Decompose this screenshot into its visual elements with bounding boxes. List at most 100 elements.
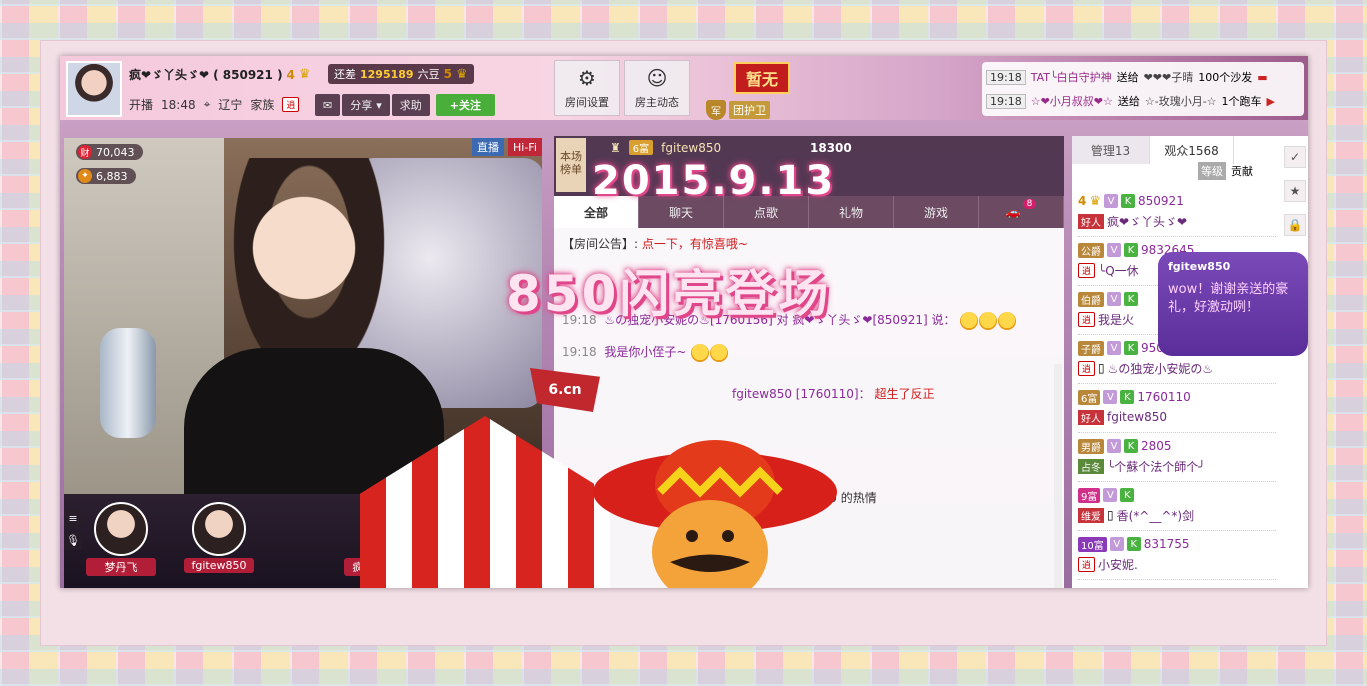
header-actions: ✉ 分享 ▾ 求助 +关注 — [315, 94, 495, 116]
shield-icon: 军 — [706, 100, 726, 120]
live-tag: 直播 — [472, 138, 504, 156]
host-feed-button[interactable]: ☺ 房主动态 — [624, 60, 690, 116]
list-item[interactable]: 10富 V K 831755 逍小安妮. — [1078, 531, 1276, 580]
list-item[interactable]: 6富 V K 1760110 好人 fgitew850 — [1078, 384, 1276, 433]
gear-icon: ⚙ — [578, 66, 596, 90]
gift-ticker: 19:18 TAT╰白白守护神 送给 ❤❤❤子晴 100个沙发 ▬ 19:18 … — [982, 62, 1304, 116]
vip-icon: V — [1107, 243, 1121, 257]
user-icon: ☺ — [646, 66, 668, 90]
laugh-emoji-icon — [691, 343, 710, 362]
k-icon: K — [1124, 341, 1138, 355]
crown-icon: ♛ — [1089, 193, 1102, 209]
star-icon[interactable]: ★ — [1284, 180, 1306, 202]
vip-icon: V — [1104, 194, 1119, 208]
host-id: ( 850921 ) — [213, 67, 283, 82]
level-progress: 还差 1295189 六豆 5 ♛ — [328, 64, 474, 84]
location: 辽宁 — [218, 98, 243, 112]
grin-emoji-icon — [960, 311, 979, 330]
hifi-tag[interactable]: Hi-Fi — [508, 138, 542, 156]
title-caption: 850闪亮登场 — [506, 265, 832, 323]
family-badge[interactable]: 逍 — [282, 97, 300, 112]
mic-controls: ≡ 🎙 — [64, 510, 84, 550]
check-icon[interactable]: ✓ — [1284, 146, 1306, 168]
k-icon: K — [1124, 292, 1138, 306]
chat-message: fgitew850 [1760110]： 超生了反正 — [732, 387, 935, 401]
vip-icon: V — [1103, 390, 1118, 404]
k-icon: K — [1120, 390, 1135, 404]
rich-badge: 6富 — [628, 140, 654, 155]
host-level: 4 — [286, 67, 295, 82]
host-avatar[interactable] — [66, 61, 122, 117]
audience-panel: 管理13 观众1568 等级 贡献 4 ♛ V K 850921 好人 疯❤ゞ丫头ゞ❤ 公… — [1072, 136, 1308, 588]
fans-stat: ✦ 6,883 — [76, 168, 136, 184]
mail-icon: ✉ — [323, 98, 333, 112]
date-caption: 2015.9.13 — [592, 158, 836, 204]
mariachi-mascot-sticker — [593, 440, 837, 588]
rank-label[interactable]: 本场榜单 — [556, 138, 586, 192]
guard-label: 团护卫 — [729, 101, 770, 119]
list-item[interactable]: 男爵 V K 2805 占冬 ╰个蘇个法个師个╯ — [1078, 433, 1276, 482]
wealth-stat: 财 70,043 — [76, 144, 143, 160]
audience-list: 4 ♛ V K 850921 好人 疯❤ゞ丫头ゞ❤ 公爵 V K 9832645 逍 ╰Q一休 伯… — [1072, 188, 1282, 580]
sort-by-contribution[interactable]: 贡献 — [1228, 162, 1256, 180]
avatar — [192, 502, 246, 556]
live-time-label: 开播 — [129, 98, 154, 112]
avatar — [94, 502, 148, 556]
gift-ticker-row: 19:18 TAT╰白白守护神 送给 ❤❤❤子晴 100个沙发 ▬ — [986, 65, 1300, 89]
room-header: 疯❤ゞ丫头ゞ❤ ( 850921 ) 4 ♛ 还差 1295189 六豆 5 ♛… — [60, 56, 1308, 120]
message-button[interactable]: ✉ — [315, 94, 341, 116]
vip-icon: V — [1107, 341, 1121, 355]
share-button[interactable]: 分享 ▾ — [342, 94, 390, 116]
guard-seat[interactable]: 暂无 — [734, 62, 790, 94]
count-badge: 8 — [1022, 199, 1037, 209]
menu-icon[interactable]: ≡ — [64, 510, 82, 528]
room-settings-button[interactable]: ⚙ 房间设置 — [554, 60, 620, 116]
car-icon: ▶ — [1266, 94, 1275, 108]
announcement: 【房间公告】: 点一下，有惊喜哦~ — [562, 237, 748, 251]
rank-value: 18300 — [810, 140, 852, 155]
tab-audience[interactable]: 观众1568 — [1150, 136, 1234, 164]
chat-scrollbar[interactable] — [1054, 364, 1062, 588]
k-icon: K — [1124, 439, 1138, 453]
list-item[interactable]: 4 ♛ V K 850921 好人 疯❤ゞ丫头ゞ❤ — [1078, 188, 1276, 237]
tab-cars[interactable]: 🚗 8 — [979, 196, 1064, 228]
microphone-icon[interactable]: 🎙 — [64, 532, 82, 550]
k-icon: K — [1124, 243, 1138, 257]
vip-icon: V — [1109, 537, 1124, 551]
side-toolbar: ✓ ★ 🔒 — [1284, 136, 1308, 236]
mic-user[interactable]: fgitew850 — [184, 502, 254, 573]
help-button[interactable]: 求助 — [391, 94, 430, 116]
tab-games[interactable]: 游戏 — [894, 196, 979, 228]
next-level: 5 — [443, 67, 452, 81]
lock-icon[interactable]: 🔒 — [1284, 214, 1306, 236]
k-icon: K — [1121, 194, 1136, 208]
crown-icon: ♛ — [455, 66, 468, 82]
rank-row[interactable]: ♜ 6富 fgitew850 18300 — [610, 140, 852, 155]
microphone-image — [100, 328, 156, 438]
video-host-face — [244, 178, 364, 318]
list-item[interactable]: 9富 V K 维爱 ▯ 香(*^__^*)剑 — [1078, 482, 1276, 531]
live-time: 18:48 — [161, 97, 196, 112]
host-meta: 开播 18:48 ⌖ 辽宁 家族 逍 — [129, 96, 300, 113]
tab-admins[interactable]: 管理13 — [1072, 136, 1150, 164]
follow-button[interactable]: +关注 — [435, 94, 495, 116]
family-label: 家族 — [250, 98, 275, 112]
gap-value: 1295189 — [360, 67, 414, 81]
mic-user[interactable]: 梦丹飞 — [86, 502, 156, 576]
sofa-icon: ▬ — [1257, 70, 1268, 84]
audience-tabs: 管理13 观众1568 — [1072, 136, 1308, 164]
thanks-bubble: fgitew850 wow！谢谢亲送的豪礼，好激动咧！ — [1158, 252, 1308, 356]
host-name[interactable]: 疯❤ゞ丫头ゞ❤ — [129, 66, 209, 83]
sort-tabs: 等级 贡献 — [1198, 162, 1256, 180]
chat-message: 19:18 我是你小侄子~ — [562, 342, 1056, 362]
vip-icon: V — [1103, 488, 1118, 502]
gap-unit: 六豆 — [417, 68, 440, 81]
rank-user: fgitew850 — [661, 140, 722, 155]
k-icon: K — [1126, 537, 1141, 551]
car-icon: 🚗 — [1005, 205, 1021, 219]
host-name-line: 疯❤ゞ丫头ゞ❤ ( 850921 ) 4 ♛ — [129, 66, 311, 83]
guard-team[interactable]: 军 团护卫 — [706, 100, 770, 120]
sort-by-level[interactable]: 等级 — [1198, 162, 1226, 180]
location-icon: ⌖ — [203, 97, 211, 111]
wealth-icon: 财 — [78, 145, 92, 159]
